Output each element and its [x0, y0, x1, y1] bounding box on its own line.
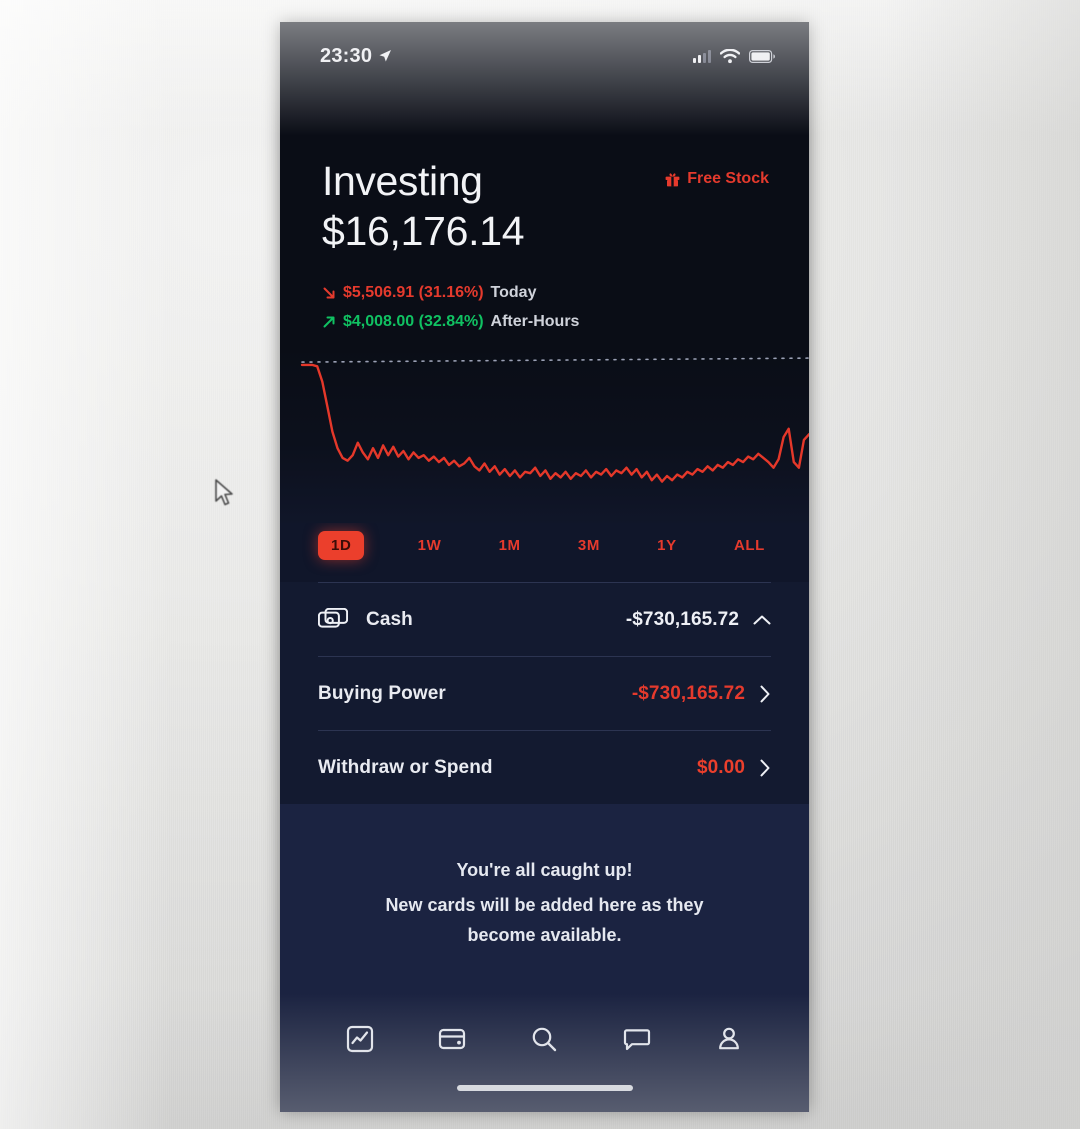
- wifi-icon: [720, 48, 740, 63]
- battery-icon: [749, 49, 775, 63]
- portfolio-value: $16,176.14: [322, 208, 525, 254]
- caught-up-title: You're all caught up!: [456, 860, 633, 880]
- buying-power-row-right: -$730,165.72: [632, 683, 771, 705]
- range-tab-1m[interactable]: 1M: [495, 532, 525, 559]
- status-bar-right: [693, 48, 775, 64]
- range-selector[interactable]: 1D 1W 1M 3M 1Y ALL: [280, 523, 809, 582]
- today-change-row: $5,506.91 (31.16%) Today: [322, 284, 769, 302]
- cash-row-left: Cash: [318, 607, 626, 632]
- buying-power-row-left: Buying Power: [318, 683, 632, 705]
- mouse-pointer-icon: [215, 479, 233, 506]
- caught-up-card: You're all caught up! New cards will be …: [280, 804, 809, 1000]
- card-icon: [439, 1028, 466, 1050]
- chevron-up-icon[interactable]: [753, 614, 771, 626]
- status-bar: 23:30: [280, 22, 809, 80]
- chevron-right-icon[interactable]: [759, 759, 771, 777]
- chevron-right-icon[interactable]: [759, 685, 771, 703]
- buying-power-row[interactable]: Buying Power -$730,165.72: [318, 657, 771, 730]
- withdraw-or-spend-row[interactable]: Withdraw or Spend $0.00: [318, 731, 771, 804]
- cash-row-right: -$730,165.72: [626, 609, 771, 631]
- chart-line: [300, 363, 809, 483]
- chart-box-icon: [346, 1025, 374, 1053]
- message-bubble-icon: [623, 1029, 650, 1051]
- tab-banking[interactable]: [438, 1025, 466, 1053]
- range-tab-all[interactable]: ALL: [730, 532, 769, 559]
- status-time-label: 23:30: [320, 44, 373, 67]
- withdraw-or-spend-row-right: $0.00: [697, 757, 771, 779]
- tab-account[interactable]: [715, 1025, 743, 1053]
- home-indicator-area: [280, 1078, 809, 1112]
- free-stock-button[interactable]: Free Stock: [665, 170, 769, 188]
- after-hours-change-label: After-Hours: [490, 313, 580, 330]
- change-rows: $5,506.91 (31.16%) Today $4,008.00 (32.8…: [322, 284, 769, 331]
- free-stock-label: Free Stock: [687, 170, 769, 187]
- status-bar-left: 23:30: [320, 45, 392, 68]
- person-icon: [718, 1027, 739, 1050]
- tab-search[interactable]: [530, 1025, 558, 1053]
- banknote-icon: [318, 607, 348, 628]
- account-rows: Cash -$730,165.72 Buying Power -$730,165…: [280, 582, 809, 804]
- buying-power-row-value: -$730,165.72: [631, 682, 745, 704]
- home-indicator[interactable]: [456, 1085, 633, 1091]
- page-title: Investing: [322, 158, 483, 204]
- today-change-amount: $5,506.91 (31.16%): [343, 284, 484, 301]
- cellular-bars-icon: [693, 49, 711, 63]
- header-titles: Investing $16,176.14: [322, 158, 525, 256]
- header-top-row: Investing $16,176.14 Free Stock: [322, 158, 769, 256]
- search-icon: [533, 1027, 557, 1052]
- buying-power-row-label: Buying Power: [318, 682, 446, 704]
- tab-notifications[interactable]: [623, 1025, 651, 1053]
- portfolio-chart-svg: [300, 357, 809, 483]
- chart-reference-line: [301, 357, 809, 363]
- caught-up-line-1: New cards will be added here as they: [385, 895, 704, 915]
- withdraw-or-spend-row-label: Withdraw or Spend: [318, 756, 493, 778]
- after-hours-change-amount: $4,008.00 (32.84%): [343, 313, 484, 330]
- arrow-up-right-icon: [323, 316, 335, 328]
- tab-investing[interactable]: [346, 1025, 374, 1053]
- investing-header: Investing $16,176.14 Free Stock $5,506.9…: [280, 80, 809, 331]
- range-tab-1d[interactable]: 1D: [318, 531, 365, 560]
- cash-row-value: -$730,165.72: [625, 608, 739, 630]
- location-arrow-icon: [379, 50, 392, 62]
- withdraw-or-spend-row-left: Withdraw or Spend: [318, 757, 697, 779]
- arrow-down-right-icon: [323, 287, 335, 299]
- withdraw-or-spend-row-value: $0.00: [696, 756, 745, 778]
- after-hours-change-row: $4,008.00 (32.84%) After-Hours: [322, 313, 769, 331]
- today-change-label: Today: [490, 284, 537, 301]
- portfolio-chart[interactable]: [280, 343, 809, 523]
- range-tab-1y[interactable]: 1Y: [653, 532, 681, 559]
- gift-icon: [665, 172, 680, 186]
- cash-row[interactable]: Cash -$730,165.72: [318, 583, 771, 656]
- phone-screenshot: 23:30 Investing $16,176.14 Free Stock $5…: [280, 22, 809, 1112]
- range-tab-3m[interactable]: 3M: [574, 532, 604, 559]
- tab-bar[interactable]: [280, 1000, 809, 1078]
- cash-row-label: Cash: [366, 608, 413, 630]
- caught-up-line-2: become available.: [467, 925, 622, 945]
- range-tab-1w[interactable]: 1W: [414, 532, 446, 559]
